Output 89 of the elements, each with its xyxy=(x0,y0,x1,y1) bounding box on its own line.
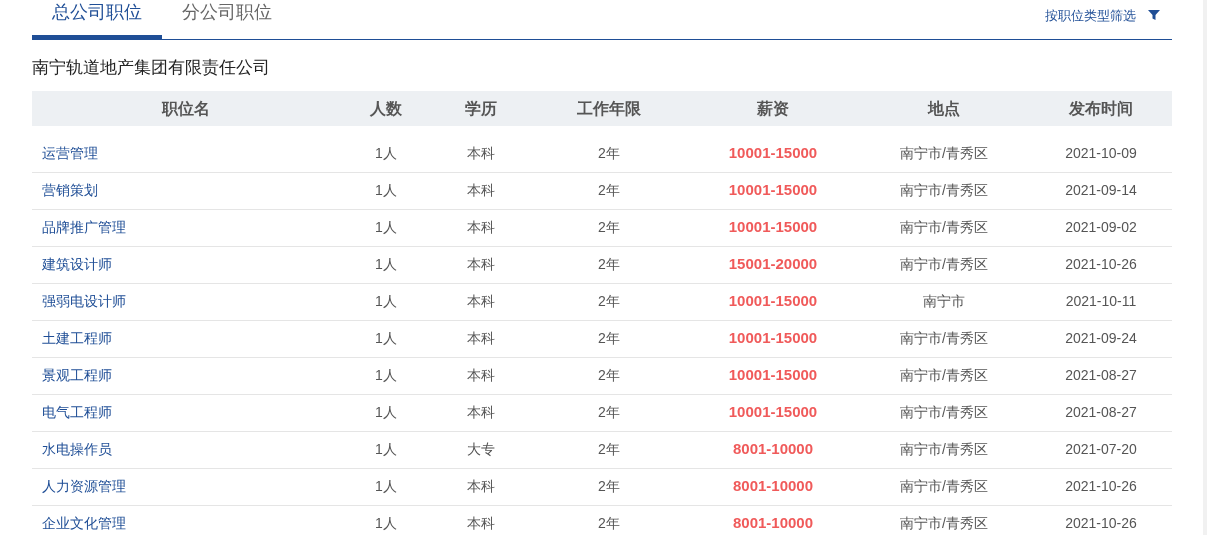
table-cell: 2年 xyxy=(530,135,688,172)
table-cell: 1人 xyxy=(340,246,432,283)
table-cell: 南宁市/青秀区 xyxy=(858,357,1030,394)
table-cell: 1人 xyxy=(340,135,432,172)
table-cell: 2年 xyxy=(530,320,688,357)
table-cell: 1人 xyxy=(340,505,432,535)
table-cell: 2021-08-27 xyxy=(1030,394,1172,431)
table-cell: 本科 xyxy=(432,394,530,431)
table-cell: 2021-10-11 xyxy=(1030,283,1172,320)
table-cell: 本科 xyxy=(432,468,530,505)
column-header: 学历 xyxy=(432,91,530,126)
table-cell: 大专 xyxy=(432,431,530,468)
job-title-link[interactable]: 企业文化管理 xyxy=(32,505,340,535)
column-header: 人数 xyxy=(340,91,432,126)
table-cell: 南宁市 xyxy=(858,283,1030,320)
table-cell: 2021-09-02 xyxy=(1030,209,1172,246)
table-cell: 1人 xyxy=(340,468,432,505)
table-cell: 本科 xyxy=(432,209,530,246)
table-cell: 2年 xyxy=(530,283,688,320)
table-cell: 1人 xyxy=(340,209,432,246)
table-cell: 本科 xyxy=(432,505,530,535)
table-cell: 2年 xyxy=(530,246,688,283)
table-cell: 南宁市/青秀区 xyxy=(858,320,1030,357)
table-cell: 1人 xyxy=(340,320,432,357)
tab[interactable]: 总公司职位 xyxy=(32,0,162,39)
job-title-link[interactable]: 景观工程师 xyxy=(32,357,340,394)
job-title-link[interactable]: 土建工程师 xyxy=(32,320,340,357)
column-header: 地点 xyxy=(858,91,1030,126)
table-cell: 10001-15000 xyxy=(688,172,858,209)
table-cell: 2年 xyxy=(530,209,688,246)
company-name: 南宁轨道地产集团有限责任公司 xyxy=(32,57,271,79)
job-title-link[interactable]: 建筑设计师 xyxy=(32,246,340,283)
table-cell: 10001-15000 xyxy=(688,135,858,172)
table-cell: 1人 xyxy=(340,394,432,431)
job-title-link[interactable]: 人力资源管理 xyxy=(32,468,340,505)
table-cell: 2年 xyxy=(530,172,688,209)
table-cell: 2年 xyxy=(530,394,688,431)
table-cell: 10001-15000 xyxy=(688,394,858,431)
job-title-link[interactable]: 营销策划 xyxy=(32,172,340,209)
table-cell: 2年 xyxy=(530,431,688,468)
column-header: 薪资 xyxy=(688,91,858,126)
table-cell: 2年 xyxy=(530,357,688,394)
filter-link[interactable]: 按职位类型筛选 xyxy=(1045,5,1136,25)
table-cell: 10001-15000 xyxy=(688,357,858,394)
table-cell: 2年 xyxy=(530,468,688,505)
table-cell: 2021-09-24 xyxy=(1030,320,1172,357)
table-cell: 2021-10-26 xyxy=(1030,468,1172,505)
table-cell: 本科 xyxy=(432,172,530,209)
filter-icon[interactable] xyxy=(1148,9,1160,22)
table-cell: 10001-15000 xyxy=(688,320,858,357)
table-cell: 2021-10-26 xyxy=(1030,505,1172,535)
table-cell: 2021-07-20 xyxy=(1030,431,1172,468)
table-cell: 本科 xyxy=(432,246,530,283)
table-cell: 南宁市/青秀区 xyxy=(858,172,1030,209)
table-cell: 本科 xyxy=(432,135,530,172)
table-cell: 南宁市/青秀区 xyxy=(858,505,1030,535)
table-cell: 南宁市/青秀区 xyxy=(858,394,1030,431)
table-cell: 8001-10000 xyxy=(688,431,858,468)
table-cell: 本科 xyxy=(432,283,530,320)
table-cell: 1人 xyxy=(340,283,432,320)
table-cell: 2年 xyxy=(530,505,688,535)
table-cell: 2021-08-27 xyxy=(1030,357,1172,394)
table-cell: 8001-10000 xyxy=(688,468,858,505)
table-cell: 1人 xyxy=(340,431,432,468)
table-cell: 2021-10-09 xyxy=(1030,135,1172,172)
table-cell: 8001-10000 xyxy=(688,505,858,535)
job-title-link[interactable]: 品牌推广管理 xyxy=(32,209,340,246)
tab[interactable]: 分公司职位 xyxy=(162,0,292,39)
table-cell: 南宁市/青秀区 xyxy=(858,431,1030,468)
job-title-link[interactable]: 强弱电设计师 xyxy=(32,283,340,320)
table-cell: 15001-20000 xyxy=(688,246,858,283)
column-header: 职位名 xyxy=(32,91,340,126)
table-cell: 2021-10-26 xyxy=(1030,246,1172,283)
table-cell: 1人 xyxy=(340,172,432,209)
job-title-link[interactable]: 运营管理 xyxy=(32,135,340,172)
job-title-link[interactable]: 电气工程师 xyxy=(32,394,340,431)
table-cell: 本科 xyxy=(432,320,530,357)
job-title-link[interactable]: 水电操作员 xyxy=(32,431,340,468)
table-cell: 2021-09-14 xyxy=(1030,172,1172,209)
table-cell: 10001-15000 xyxy=(688,209,858,246)
table-cell: 南宁市/青秀区 xyxy=(858,246,1030,283)
table-cell: 南宁市/青秀区 xyxy=(858,135,1030,172)
column-header: 工作年限 xyxy=(530,91,688,126)
table-cell: 南宁市/青秀区 xyxy=(858,468,1030,505)
table-cell: 1人 xyxy=(340,357,432,394)
column-header: 发布时间 xyxy=(1030,91,1172,126)
table-cell: 本科 xyxy=(432,357,530,394)
table-cell: 南宁市/青秀区 xyxy=(858,209,1030,246)
table-cell: 10001-15000 xyxy=(688,283,858,320)
